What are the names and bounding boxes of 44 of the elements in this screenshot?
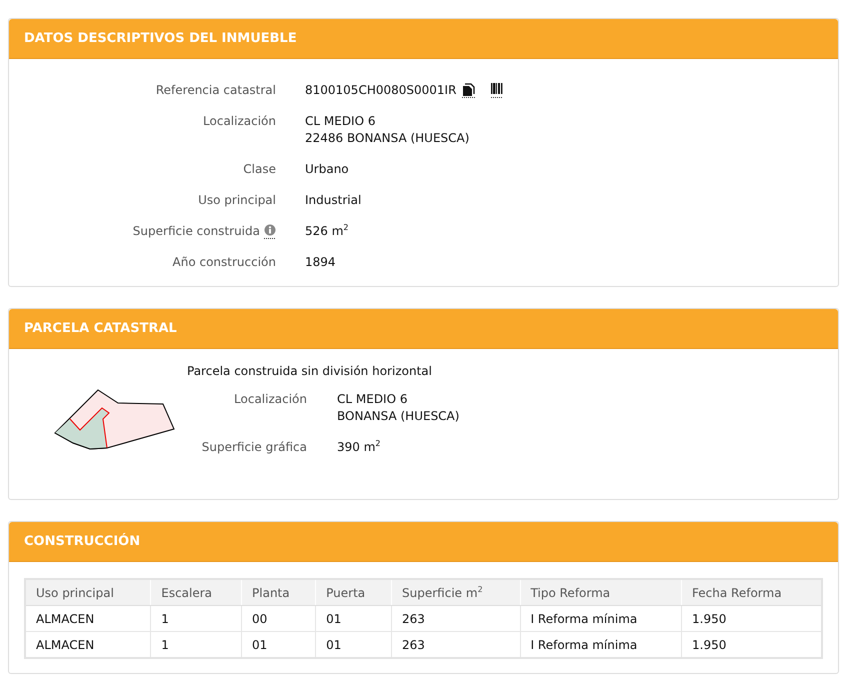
table-cell: 1 bbox=[150, 606, 242, 632]
table-cell: ALMACEN bbox=[25, 606, 151, 632]
column-header: Uso principal bbox=[25, 579, 151, 606]
barcode-icon[interactable] bbox=[491, 83, 504, 98]
table-cell: 1.950 bbox=[682, 606, 822, 632]
column-header: Superficie m$^{2}$ bbox=[392, 579, 520, 606]
field-label: Uso principal bbox=[198, 192, 276, 209]
table-cell: I Reforma mínima bbox=[520, 606, 682, 632]
table-cell: 263 bbox=[392, 606, 520, 632]
copy-icon[interactable] bbox=[462, 83, 476, 98]
column-header: Puerta bbox=[316, 579, 392, 606]
field-label: Localización bbox=[203, 113, 276, 130]
field-value: Urbano bbox=[305, 161, 349, 178]
column-header: Fecha Reforma bbox=[682, 579, 822, 606]
field-value: Industrial bbox=[305, 192, 362, 209]
parcel-description: Parcela construida sin división horizontal bbox=[187, 364, 433, 378]
table-cell: 263 bbox=[392, 632, 520, 658]
field-label: Clase bbox=[243, 161, 276, 178]
field-label: Superficie gráfica bbox=[202, 439, 307, 456]
field-value: 390 m$^{2}$ bbox=[337, 439, 381, 456]
column-header: Planta bbox=[242, 579, 316, 606]
table-cell: 01 bbox=[316, 632, 392, 658]
table-cell: 1.950 bbox=[682, 632, 822, 658]
table-cell: 1 bbox=[150, 632, 242, 658]
field-label: Referencia catastral bbox=[156, 82, 276, 99]
table-cell: ALMACEN bbox=[25, 632, 151, 658]
field-value: CL MEDIO 6 22486 BONANSA (HUESCA) bbox=[305, 113, 470, 147]
table-cell: 01 bbox=[316, 606, 392, 632]
section-title: PARCELA CATASTRAL bbox=[24, 321, 177, 336]
table-cell: 01 bbox=[242, 632, 316, 658]
column-header: Tipo Reforma bbox=[520, 579, 682, 606]
table-cell: 00 bbox=[242, 606, 316, 632]
field-value: 1894 bbox=[305, 254, 336, 271]
column-header: Escalera bbox=[150, 579, 242, 606]
section-title: DATOS DESCRIPTIVOS DEL INMUEBLE bbox=[24, 31, 297, 46]
field-label: Superficie construida bbox=[132, 223, 260, 240]
section-title: CONSTRUCCIÓN bbox=[24, 534, 140, 549]
field-value: 8100105CH0080S0001IR bbox=[305, 82, 456, 99]
field-value: CL MEDIO 6 BONANSA (HUESCA) bbox=[337, 391, 460, 425]
table-cell: I Reforma mínima bbox=[520, 632, 682, 658]
info-icon bbox=[264, 224, 276, 239]
field-label: Localización bbox=[234, 391, 307, 408]
field-value: 526 m$^{2}$ bbox=[305, 223, 349, 240]
field-label: Año construcción bbox=[172, 254, 276, 271]
